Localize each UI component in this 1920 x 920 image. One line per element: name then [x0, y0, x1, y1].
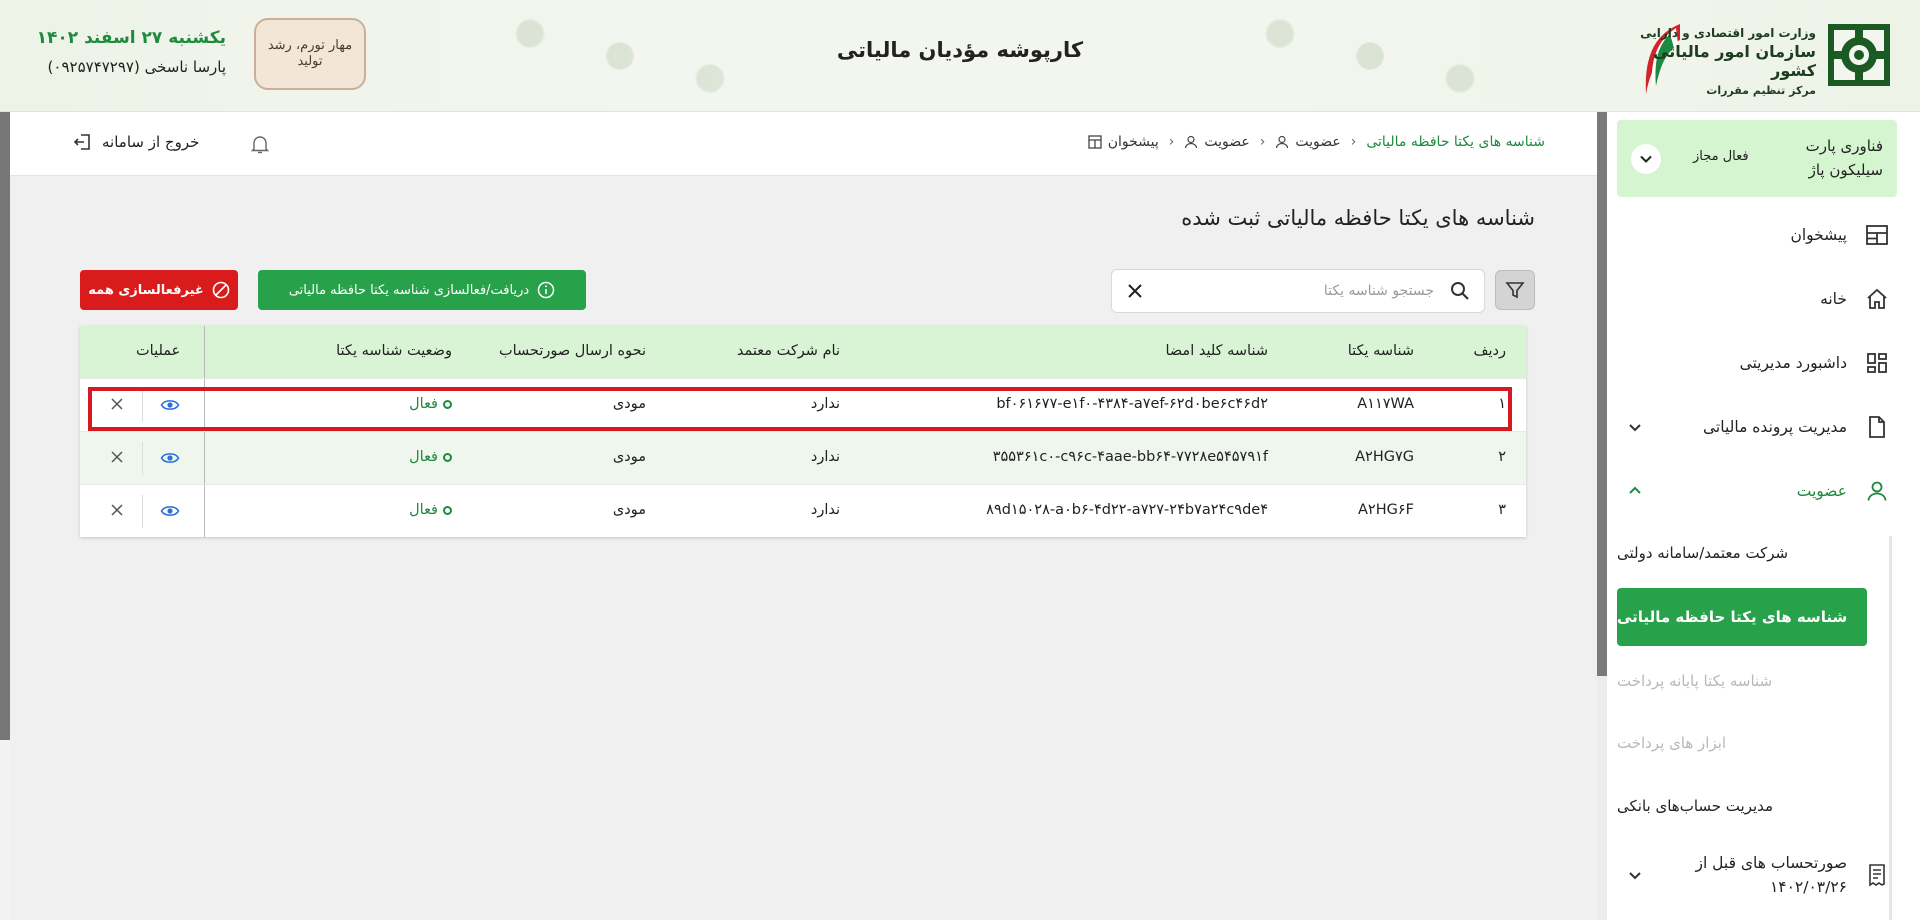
column-divider [204, 379, 205, 431]
sidebar-item-dashboard[interactable]: پیشخوان [1617, 210, 1897, 260]
sidebar-item-tax-file[interactable]: مدیریت پرونده مالیاتی [1617, 402, 1897, 452]
chevron-left-icon: ‹ [1168, 134, 1175, 150]
receipt-icon [1863, 861, 1891, 889]
submenu-payment-tools: ابزار های پرداخت [1617, 734, 1727, 752]
block-icon [212, 281, 230, 299]
left-scroll-edge [0, 112, 10, 740]
status-badge: فعال [409, 396, 452, 412]
scrollbar-thumb[interactable] [1597, 112, 1607, 676]
col-row: ردیف [1473, 343, 1506, 359]
user-name: پارسا ناسخی (۰۹۲۵۷۴۷۲۹۷) [47, 58, 226, 76]
chevron-up-icon [1629, 486, 1641, 494]
col-send-method: نحوه ارسال صورتحساب [498, 343, 646, 359]
table-row: ۱ A۱۱۷WA bf۰۶۱۶۷۷-e۱f۰-۴۳۸۴-a۷ef-۶۲d۰be۶… [80, 378, 1526, 431]
table-header: ردیف شناسه یکتا شناسه کلید امضا نام شرکت… [80, 326, 1526, 378]
delete-icon[interactable] [108, 501, 126, 519]
chevron-left-icon: ‹ [1350, 134, 1357, 150]
search-input[interactable] [1174, 278, 1434, 304]
delete-icon[interactable] [108, 448, 126, 466]
breadcrumb-dashboard[interactable]: پیشخوان [1088, 134, 1159, 150]
status-dot-icon [443, 505, 452, 515]
view-icon[interactable] [160, 395, 180, 415]
col-status: وضعیت شناسه یکتا [336, 343, 452, 359]
home-icon [1863, 285, 1891, 313]
column-divider [204, 432, 205, 484]
status-dot-icon [443, 399, 452, 409]
breadcrumb-current: شناسه های یکتا حافظه مالیاتی [1366, 134, 1545, 150]
grid-icon [1863, 349, 1891, 377]
company-card: فناوری پارت سیلیکون پاژ فعال مجاز [1617, 120, 1897, 197]
user-info: یکشنبه ۲۷ اسفند ۱۴۰۲ پارسا ناسخی (۰۹۲۵۷۴… [30, 28, 226, 76]
deactivate-all-button[interactable]: غیرفعالسازی همه [80, 270, 238, 310]
filter-button[interactable] [1495, 270, 1535, 310]
view-icon[interactable] [160, 448, 180, 468]
main-content: خروج از سامانه پیشخوان ‹ عضویت ‹ عضویت ‹… [10, 112, 1597, 920]
breadcrumb-membership-2[interactable]: عضویت [1275, 134, 1341, 150]
sidebar-item-old-invoices[interactable]: صورتحساب های قبل از ۱۴۰۲/۰۳/۲۶ [1617, 840, 1897, 910]
breadcrumb: پیشخوان ‹ عضویت ‹ عضویت ‹ شناسه های یکتا… [1088, 134, 1545, 150]
info-icon [537, 281, 555, 299]
column-divider [204, 485, 205, 537]
company-name: فناوری پارت سیلیکون پاژ [1805, 137, 1883, 179]
app-header: یکشنبه ۲۷ اسفند ۱۴۰۲ پارسا ناسخی (۰۹۲۵۷۴… [0, 0, 1920, 112]
tax-emblem-icon [1828, 24, 1890, 86]
file-icon [1863, 413, 1891, 441]
dashboard-icon [1863, 221, 1891, 249]
logout-icon [73, 134, 90, 150]
table-row: ۳ A۲HG۶F ۸۹d۱۵۰۲۸-a۰b۶-۴d۲۲-a۷۲۷-۲۴b۷a۲۴… [80, 484, 1526, 537]
user-icon [1276, 135, 1289, 149]
header-pattern [1220, 0, 1520, 112]
app-title: کارپوشه مؤدیان مالیاتی [836, 38, 1084, 62]
chevron-down-icon [1640, 155, 1652, 163]
bell-icon[interactable] [248, 132, 272, 156]
company-switch-button[interactable] [1631, 144, 1661, 174]
logout-button[interactable]: خروج از سامانه [72, 132, 199, 152]
search-icon[interactable] [1450, 281, 1470, 301]
delete-icon[interactable] [108, 395, 126, 413]
sidebar-item-management-dashboard[interactable]: داشبورد مدیریتی [1617, 338, 1897, 388]
logout-label: خروج از سامانه [102, 133, 200, 151]
page-title: شناسه های یکتا حافظه مالیاتی ثبت شده [1181, 206, 1535, 230]
dashboard-icon [1088, 135, 1102, 149]
col-sign-key: شناسه کلید امضا [1165, 343, 1268, 359]
clear-icon[interactable] [1126, 282, 1144, 300]
column-divider [204, 326, 205, 378]
status-badge: فعال [409, 502, 452, 518]
col-ops: عملیات [136, 343, 181, 359]
submenu-payment-terminal-uid: شناسه یکتا پایانه پرداخت [1617, 672, 1773, 690]
col-uid: شناسه یکتا [1347, 343, 1414, 359]
chevron-down-icon [1629, 872, 1641, 880]
chevron-down-icon [1629, 424, 1641, 432]
activate-uid-button[interactable]: دریافت/فعالسازی شناسه یکتا حافظه مالیاتی [258, 270, 586, 310]
chevron-left-icon: ‹ [1259, 134, 1266, 150]
status-dot-icon [443, 452, 452, 462]
header-pattern [470, 0, 770, 112]
sidebar-item-membership[interactable]: عضویت [1617, 466, 1897, 516]
current-date: یکشنبه ۲۷ اسفند ۱۴۰۲ [36, 28, 226, 48]
col-company: نام شرکت معتمد [736, 343, 840, 359]
breadcrumb-membership[interactable]: عضویت [1184, 134, 1250, 150]
view-icon[interactable] [160, 501, 180, 521]
table-row: ۲ A۲HG۷G ۳۵۵۳۶۱c۰-c۹۶c-۴aae-bb۶۴-۷۷۲۸e۵۴… [80, 431, 1526, 484]
org-logo: وزارت امور اقتصادی و دارایی سازمان امور … [1630, 12, 1900, 98]
search-box [1111, 269, 1485, 313]
user-icon [1863, 477, 1891, 505]
submenu-tax-memory-uid[interactable]: شناسه های یکتا حافظه مالیاتی [1617, 588, 1867, 646]
submenu-trusted-company[interactable]: شرکت معتمد/سامانه دولتی [1617, 524, 1867, 582]
sidebar: فناوری پارت سیلیکون پاژ فعال مجاز پیشخوا… [1607, 112, 1920, 920]
top-bar: خروج از سامانه پیشخوان ‹ عضویت ‹ عضویت ‹… [10, 112, 1597, 176]
company-status: فعال مجاز [1693, 149, 1749, 164]
org-name: وزارت امور اقتصادی و دارایی سازمان امور … [1640, 26, 1816, 97]
filter-icon [1505, 282, 1525, 299]
uid-table: ردیف شناسه یکتا شناسه کلید امضا نام شرکت… [80, 326, 1526, 537]
sidebar-item-home[interactable]: خانه [1617, 274, 1897, 324]
user-icon [1185, 135, 1198, 149]
submenu-bank-accounts[interactable]: مدیریت حساب‌های بانکی [1617, 777, 1867, 835]
status-badge: فعال [409, 449, 452, 465]
slogan-stamp: مهار تورم، رشد تولید [254, 18, 366, 90]
